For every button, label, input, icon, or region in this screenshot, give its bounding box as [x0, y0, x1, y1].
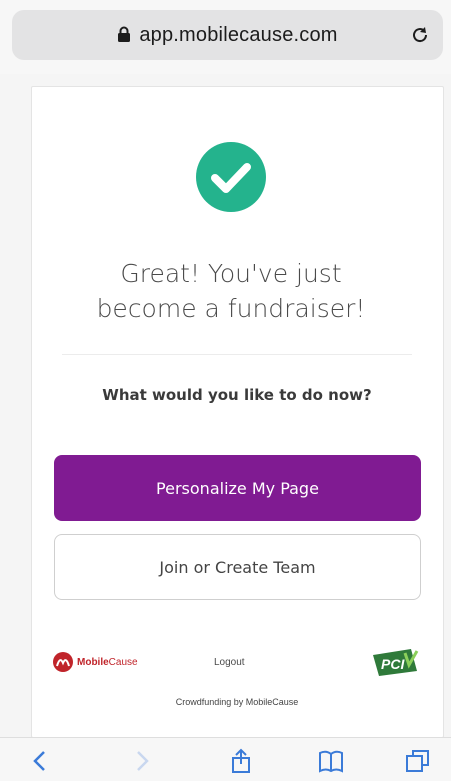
title-line-2: become a fundraiser! — [96, 294, 366, 323]
lock-icon — [118, 26, 131, 42]
reload-icon[interactable] — [409, 24, 431, 46]
browser-top-bar: app.mobilecause.com — [0, 0, 451, 74]
checkmark-icon — [211, 163, 251, 193]
forward-icon[interactable] — [128, 748, 154, 774]
url-text: app.mobilecause.com — [139, 23, 338, 46]
title-line-1: Great! You've just — [120, 259, 342, 288]
bookmarks-icon[interactable] — [318, 748, 344, 774]
browser-toolbar — [0, 737, 451, 781]
page: app.mobilecause.com Great! You've just b… — [0, 0, 451, 781]
join-create-team-button[interactable]: Join or Create Team — [54, 534, 421, 600]
mobilecause-logo[interactable]: Mobile Cause — [52, 650, 138, 674]
tabs-icon[interactable] — [405, 748, 431, 774]
next-step-question: What would you like to do now? — [102, 386, 372, 404]
pci-label: PCI — [381, 656, 405, 672]
divider — [62, 354, 412, 355]
logo-text-light: Cause — [108, 656, 138, 668]
personalize-page-button[interactable]: Personalize My Page — [54, 455, 421, 521]
back-icon[interactable] — [28, 748, 54, 774]
page-title: Great! You've just become a fundraiser! — [61, 256, 401, 326]
address-content: app.mobilecause.com — [12, 10, 443, 60]
logout-link[interactable]: Logout — [214, 657, 245, 668]
pci-compliance-icon: PCI — [373, 649, 419, 676]
logo-text-bold: Mobile — [77, 656, 109, 668]
success-badge — [196, 142, 266, 212]
mobilecause-logo-icon — [53, 652, 73, 672]
address-bar[interactable]: app.mobilecause.com — [12, 10, 443, 60]
crowdfunding-credit: Crowdfunding by MobileCause — [175, 697, 299, 707]
share-icon[interactable] — [228, 748, 254, 774]
